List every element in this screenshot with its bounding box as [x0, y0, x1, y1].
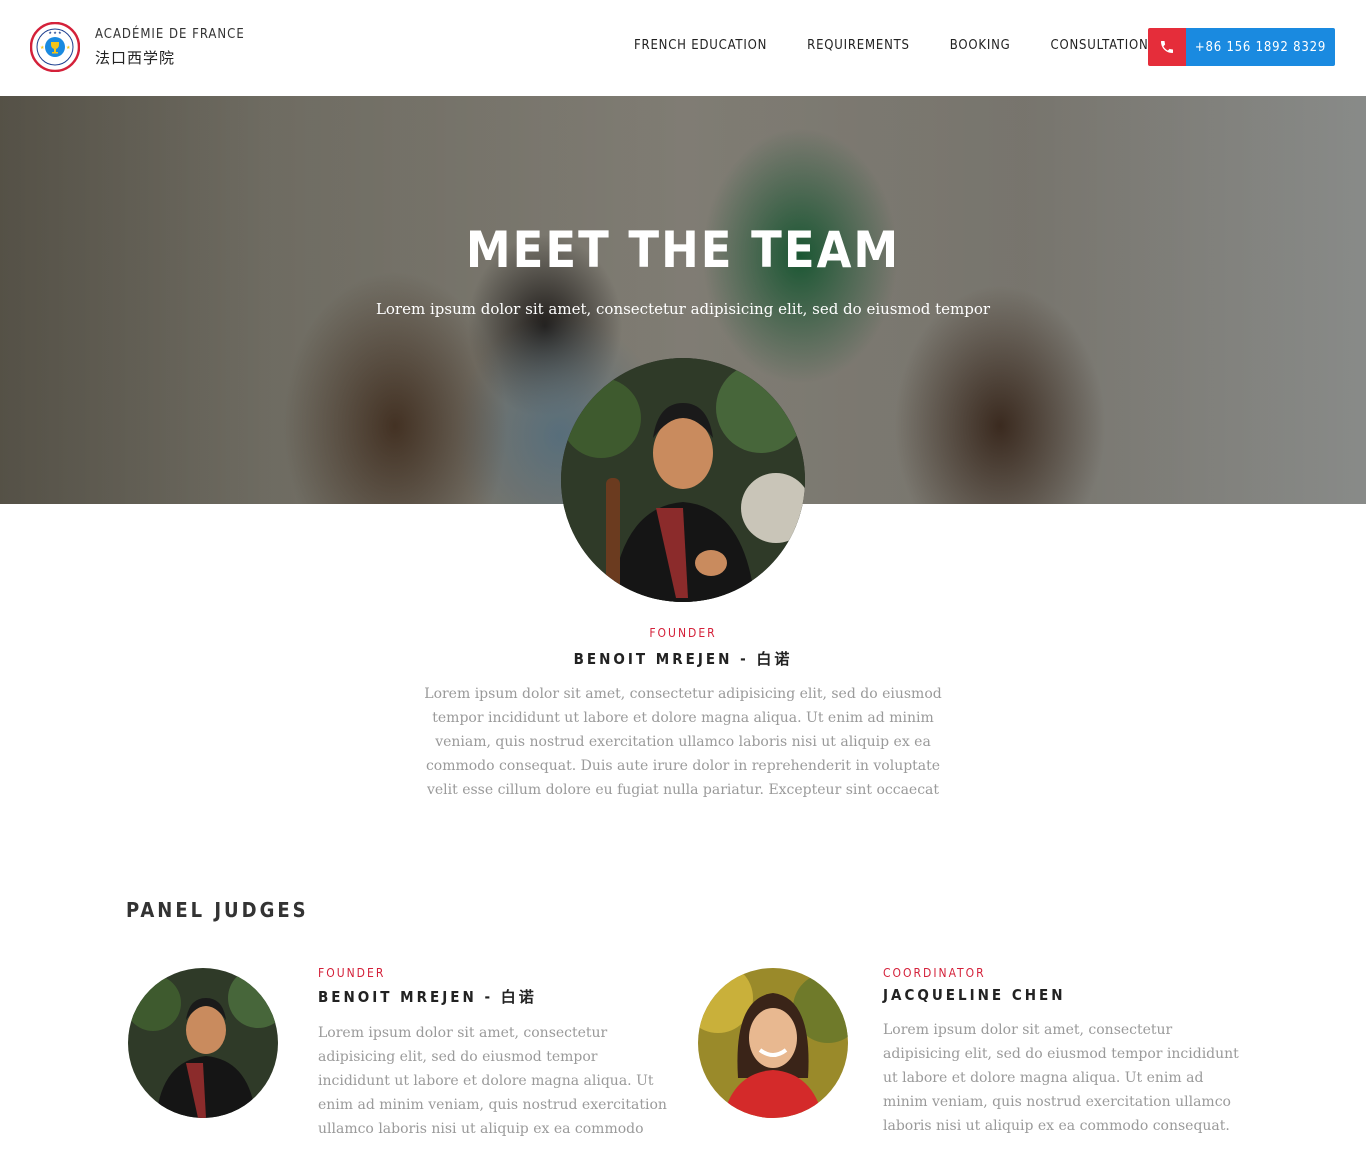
featured-bio: Lorem ipsum dolor sit amet, consectetur …: [424, 686, 942, 798]
judge-photo: [698, 968, 848, 1118]
featured-role: FOUNDER: [649, 626, 717, 640]
svg-text:★: ★: [40, 45, 45, 51]
brand-name-en: ACADÉMIE DE FRANCE: [95, 27, 245, 42]
brand[interactable]: ACADÉMIE DE FRANCE 法口西学院: [95, 27, 245, 68]
site-header: ★ ★ ★ ★ ★ ACADÉMIE DE FRANCE 法口西学院 FRENC…: [0, 0, 1366, 96]
judge-role: COORDINATOR: [883, 966, 986, 980]
judge-photo: [128, 968, 278, 1118]
nav-consultation[interactable]: CONSULTATION: [1051, 38, 1149, 53]
founder-photo: [561, 358, 805, 602]
judge-name: JACQUELINE CHEN: [883, 986, 1066, 1004]
judge-name: BENOIT MREJEN - 白诺: [318, 988, 537, 1006]
nav-french-education[interactable]: FRENCH EDUCATION: [634, 38, 767, 53]
svg-text:★: ★: [66, 45, 71, 51]
judge-bio: Lorem ipsum dolor sit amet, consectetur …: [883, 1022, 1239, 1134]
featured-name: BENOIT MREJEN - 白诺: [573, 650, 793, 668]
panel-judges-title: PANEL JUDGES: [126, 898, 309, 922]
main-nav: FRENCH EDUCATION REQUIREMENTS BOOKING CO…: [634, 38, 1149, 53]
hero-title: MEET THE TEAM: [465, 221, 901, 279]
academy-logo[interactable]: ★ ★ ★ ★ ★: [30, 22, 80, 72]
judge-info: COORDINATOR JACQUELINE CHEN Lorem ipsum …: [883, 966, 1243, 1138]
judge-role: FOUNDER: [318, 966, 386, 980]
brand-name-zh: 法口西学院: [95, 49, 176, 67]
judge-bio: Lorem ipsum dolor sit amet, consectetur …: [318, 1025, 667, 1137]
phone-icon: [1148, 28, 1186, 66]
svg-text:★ ★ ★: ★ ★ ★: [48, 30, 62, 35]
judge-info: FOUNDER BENOIT MREJEN - 白诺 Lorem ipsum d…: [318, 966, 673, 1141]
hero-subtitle: Lorem ipsum dolor sit amet, consectetur …: [375, 300, 991, 318]
phone-button[interactable]: +86 156 1892 8329: [1148, 28, 1335, 66]
nav-requirements[interactable]: REQUIREMENTS: [807, 38, 910, 53]
phone-number: +86 156 1892 8329: [1186, 28, 1335, 66]
nav-booking[interactable]: BOOKING: [950, 38, 1011, 53]
